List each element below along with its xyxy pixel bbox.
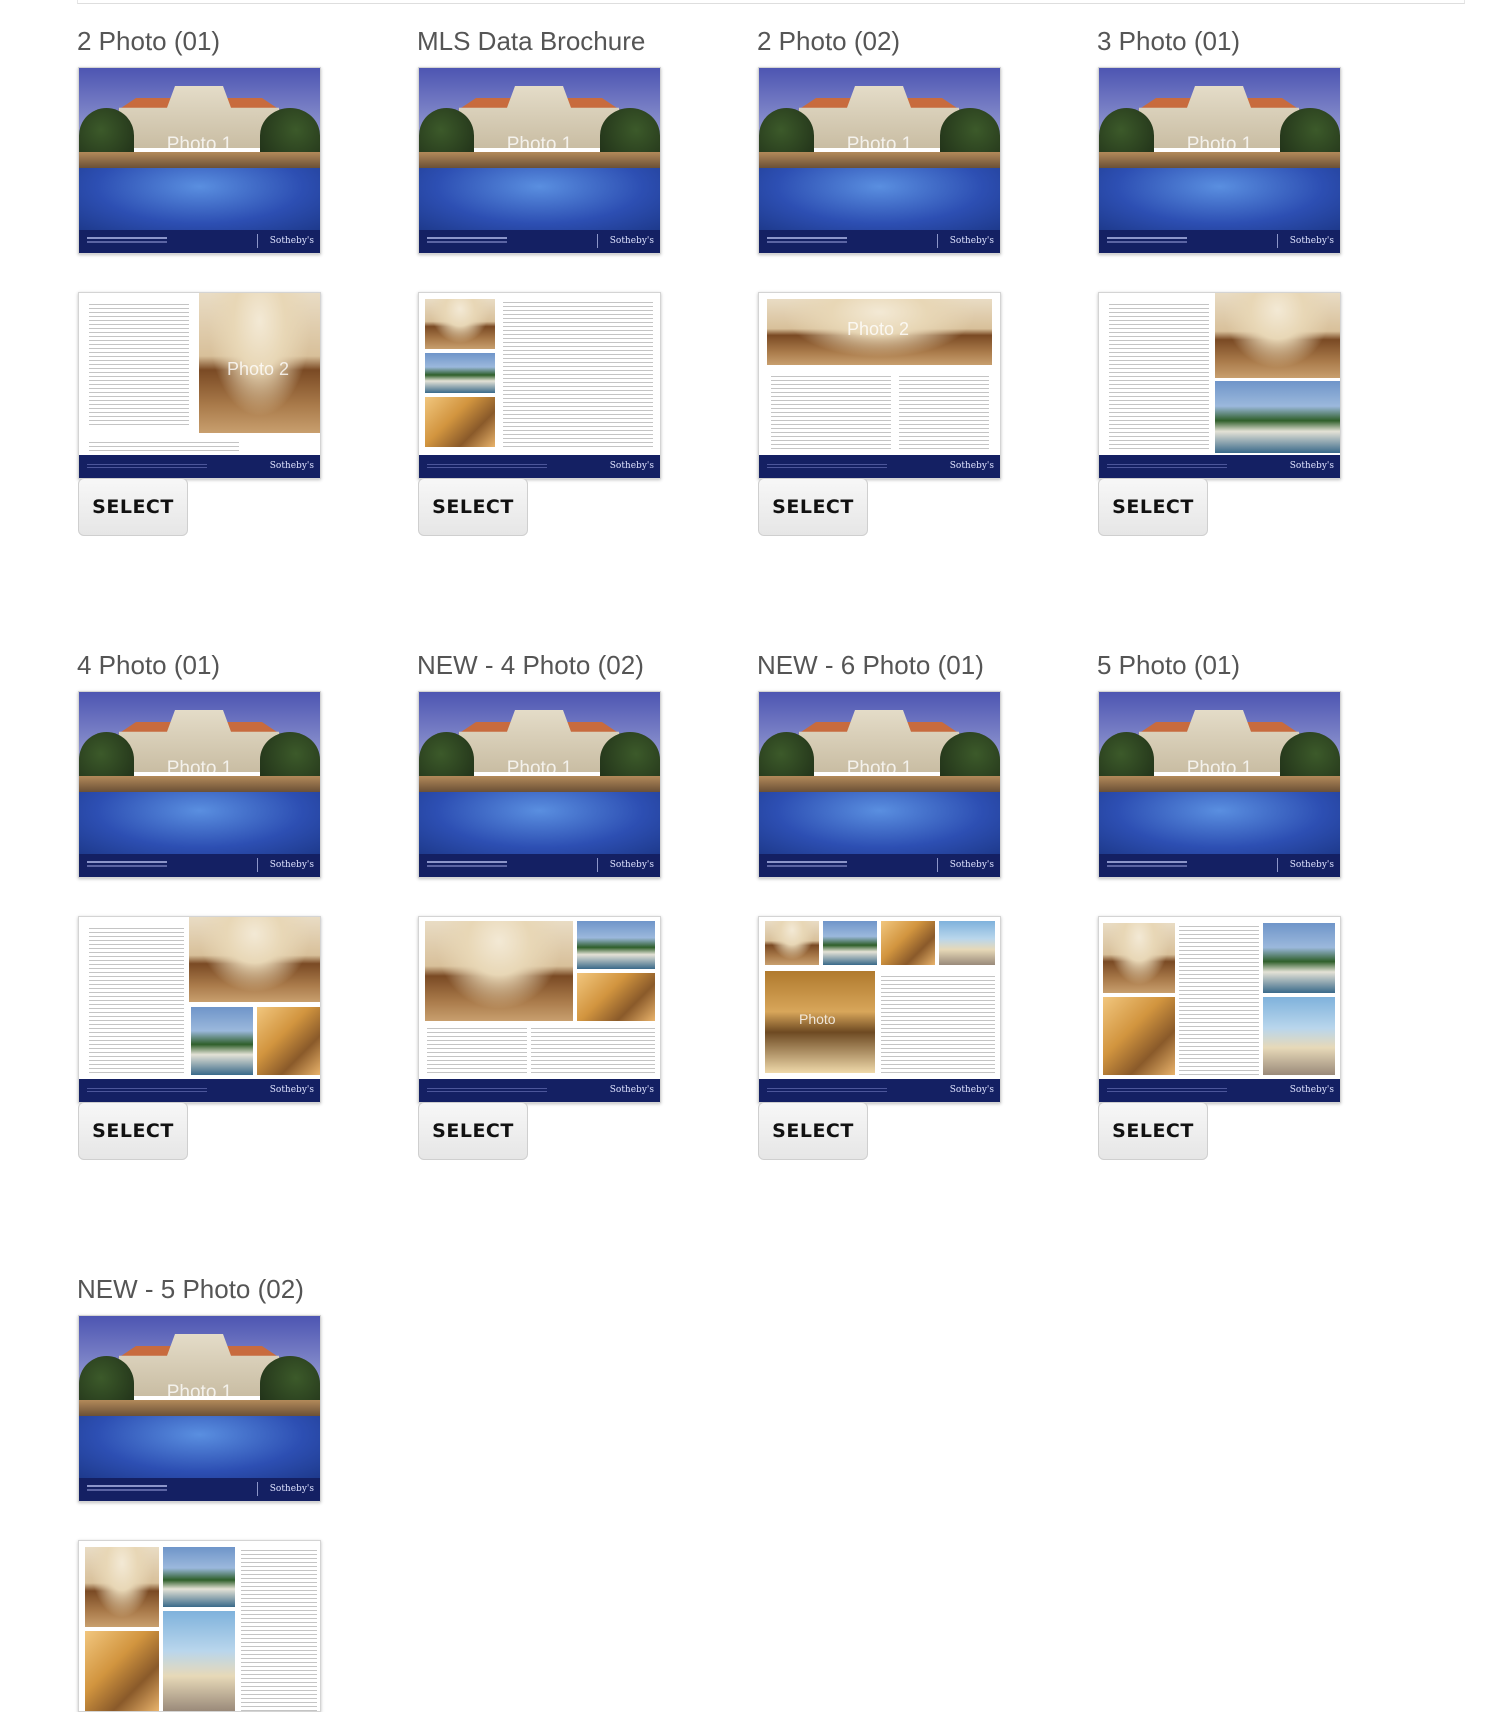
brand-logo: Sotheby's <box>1289 236 1334 246</box>
brochure-front-thumbnail[interactable]: Photo 1 Sotheby's <box>78 67 321 254</box>
photo-placeholder-label: Photo 1 <box>1186 758 1253 779</box>
template-card: NEW - 4 Photo (02) Photo 1 Sotheby's Sot… <box>417 650 717 1160</box>
template-card: NEW - 5 Photo (02) Photo 1 Sotheby's <box>77 1274 377 1712</box>
select-button[interactable]: SELECT <box>418 1102 528 1160</box>
brand-logo: Sotheby's <box>269 1484 314 1494</box>
brochure-front-thumbnail[interactable]: Photo 1 Sotheby's <box>78 691 321 878</box>
brand-logo: Sotheby's <box>949 236 994 246</box>
brand-logo: Sotheby's <box>949 1085 994 1095</box>
photo-placeholder-label: Photo 1 <box>166 134 233 155</box>
photo-placeholder-label: Photo 1 <box>506 758 573 779</box>
brochure-front-thumbnail[interactable]: Photo 1 Sotheby's <box>418 691 661 878</box>
brand-logo: Sotheby's <box>949 860 994 870</box>
brand-logo: Sotheby's <box>1289 461 1334 471</box>
template-title: 2 Photo (02) <box>757 26 901 56</box>
photo-placeholder-label: Photo <box>799 1011 836 1027</box>
brochure-back-thumbnail[interactable] <box>78 1540 321 1712</box>
select-button[interactable]: SELECT <box>78 478 188 536</box>
brochure-back-thumbnail[interactable]: Photo Sotheby's <box>758 916 1001 1103</box>
photo-placeholder-label: Photo 2 <box>847 319 910 339</box>
template-title: NEW - 4 Photo (02) <box>417 650 644 680</box>
template-card: 2 Photo (01) Photo 1 Sotheby's Photo 2 S… <box>77 26 377 536</box>
brand-logo: Sotheby's <box>609 461 654 471</box>
brochure-front-thumbnail[interactable]: Photo 1 Sotheby's <box>418 67 661 254</box>
brochure-back-thumbnail[interactable]: Sotheby's <box>1098 916 1341 1103</box>
template-title: 3 Photo (01) <box>1097 26 1241 56</box>
template-card: 2 Photo (02) Photo 1 Sotheby's Photo 2 S… <box>757 26 1057 536</box>
brand-logo: Sotheby's <box>1289 860 1334 870</box>
photo-placeholder-label: Photo 1 <box>846 758 913 779</box>
brand-logo: Sotheby's <box>609 236 654 246</box>
brand-logo: Sotheby's <box>269 461 314 471</box>
brand-logo: Sotheby's <box>609 1085 654 1095</box>
brochure-front-thumbnail[interactable]: Photo 1 Sotheby's <box>758 691 1001 878</box>
select-button[interactable]: SELECT <box>1098 1102 1208 1160</box>
brochure-back-thumbnail[interactable]: Photo 2 Sotheby's <box>758 292 1001 479</box>
brand-logo: Sotheby's <box>949 461 994 471</box>
photo-placeholder-label: Photo 1 <box>506 134 573 155</box>
brochure-front-thumbnail[interactable]: Photo 1 Sotheby's <box>78 1315 321 1502</box>
brochure-front-thumbnail[interactable]: Photo 1 Sotheby's <box>1098 67 1341 254</box>
photo-placeholder-label: Photo 2 <box>227 359 290 379</box>
select-button[interactable]: SELECT <box>78 1102 188 1160</box>
template-title: NEW - 6 Photo (01) <box>757 650 984 680</box>
photo-placeholder-label: Photo 1 <box>166 1382 233 1403</box>
brand-logo: Sotheby's <box>269 1085 314 1095</box>
template-title: 2 Photo (01) <box>77 26 221 56</box>
template-card: NEW - 6 Photo (01) Photo 1 Sotheby's Pho… <box>757 650 1057 1160</box>
brochure-front-thumbnail[interactable]: Photo 1 Sotheby's <box>1098 691 1341 878</box>
brochure-back-thumbnail[interactable]: Photo 2 Sotheby's <box>78 292 321 479</box>
select-button[interactable]: SELECT <box>758 1102 868 1160</box>
template-card: 4 Photo (01) Photo 1 Sotheby's Sotheby's… <box>77 650 377 1160</box>
template-card: 5 Photo (01) Photo 1 Sotheby's Sotheby's… <box>1097 650 1397 1160</box>
brochure-back-thumbnail[interactable]: Sotheby's <box>418 292 661 479</box>
brand-logo: Sotheby's <box>1289 1085 1334 1095</box>
photo-placeholder-label: Photo 1 <box>846 134 913 155</box>
photo-placeholder-label: Photo 1 <box>166 758 233 779</box>
brand-logo: Sotheby's <box>269 860 314 870</box>
template-title: MLS Data Brochure <box>417 26 646 56</box>
brochure-back-thumbnail[interactable]: Sotheby's <box>418 916 661 1103</box>
select-button[interactable]: SELECT <box>1098 478 1208 536</box>
select-button[interactable]: SELECT <box>418 478 528 536</box>
template-title: 5 Photo (01) <box>1097 650 1241 680</box>
brochure-back-thumbnail[interactable]: Sotheby's <box>78 916 321 1103</box>
template-title: NEW - 5 Photo (02) <box>77 1274 304 1304</box>
top-divider <box>77 0 1465 4</box>
template-title: 4 Photo (01) <box>77 650 221 680</box>
brand-logo: Sotheby's <box>269 236 314 246</box>
brochure-front-thumbnail[interactable]: Photo 1 Sotheby's <box>758 67 1001 254</box>
template-card: MLS Data Brochure Photo 1 Sotheby's Soth… <box>417 26 717 536</box>
photo-placeholder-label: Photo 1 <box>1186 134 1253 155</box>
brand-logo: Sotheby's <box>609 860 654 870</box>
select-button[interactable]: SELECT <box>758 478 868 536</box>
template-card: 3 Photo (01) Photo 1 Sotheby's Sotheby's… <box>1097 26 1397 536</box>
brochure-back-thumbnail[interactable]: Sotheby's <box>1098 292 1341 479</box>
